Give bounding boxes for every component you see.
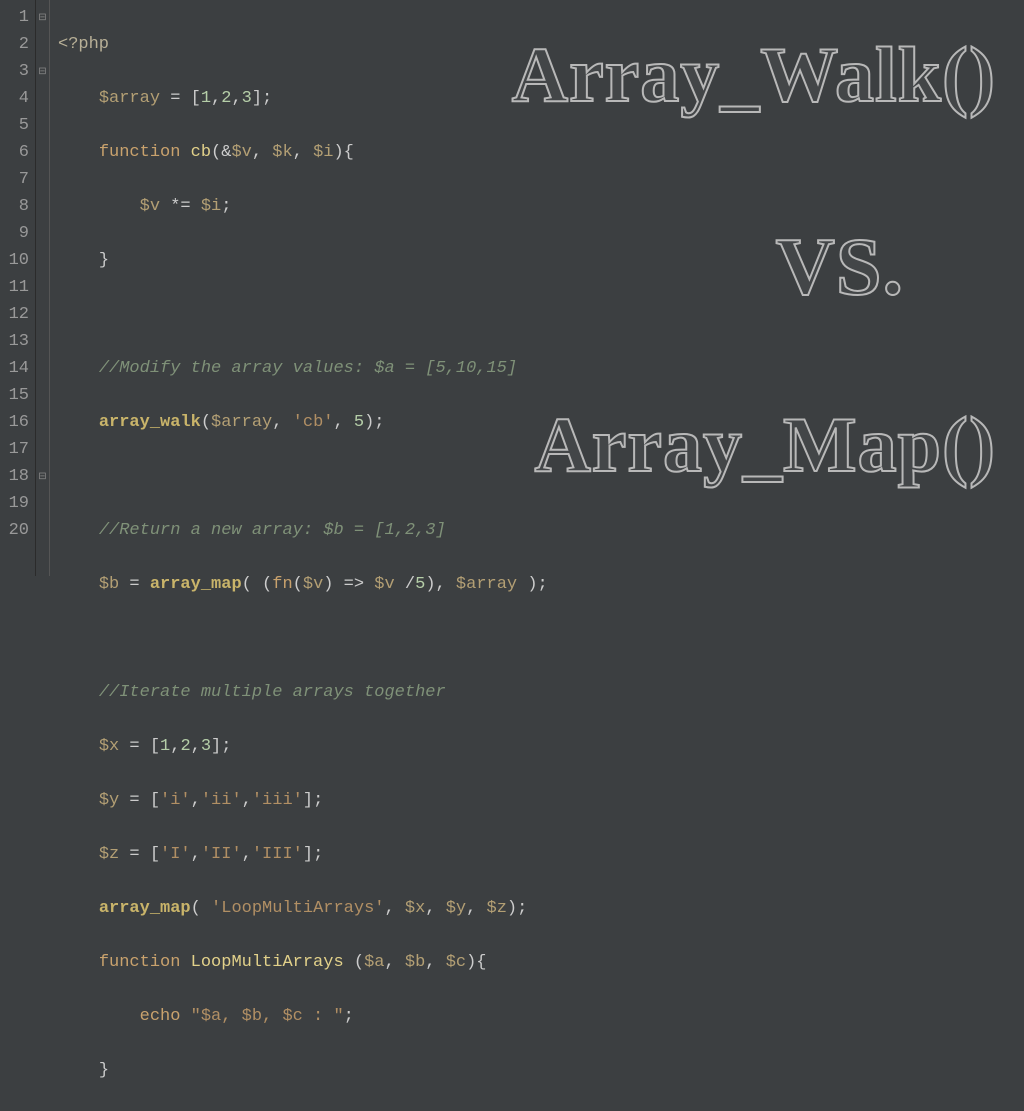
line-number: 11: [4, 274, 29, 301]
line-number: 19: [4, 490, 29, 517]
line-number: 16: [4, 409, 29, 436]
code-line: array_walk($array, 'cb', 5);: [58, 409, 1024, 436]
fold-spacer: [36, 301, 49, 328]
fold-spacer: [36, 193, 49, 220]
code-line: }: [58, 247, 1024, 274]
line-number: 3: [4, 58, 29, 85]
code-line: $b = array_map( (fn($v) => $v /5), $arra…: [58, 571, 1024, 598]
line-number: 8: [4, 193, 29, 220]
code-line: function cb(&$v, $k, $i){: [58, 139, 1024, 166]
line-number: 7: [4, 166, 29, 193]
line-number: 1: [4, 4, 29, 31]
code-line: //Return a new array: $b = [1,2,3]: [58, 517, 1024, 544]
line-number: 15: [4, 382, 29, 409]
fold-spacer: [36, 382, 49, 409]
fold-spacer: [36, 166, 49, 193]
code-line: $array = [1,2,3];: [58, 85, 1024, 112]
code-line: echo "$a, $b, $c : ";: [58, 1003, 1024, 1030]
line-number: 6: [4, 139, 29, 166]
line-number: 9: [4, 220, 29, 247]
fold-spacer: [36, 112, 49, 139]
line-number: 4: [4, 85, 29, 112]
code-line: function LoopMultiArrays ($a, $b, $c){: [58, 949, 1024, 976]
line-number: 20: [4, 517, 29, 544]
code-line: $v *= $i;: [58, 193, 1024, 220]
php-open-tag: <?php: [58, 35, 109, 54]
fold-column: ⊟ ⊟ ⊟: [36, 0, 50, 576]
fold-spacer: [36, 490, 49, 517]
code-line: $z = ['I','II','III'];: [58, 841, 1024, 868]
line-number: 13: [4, 328, 29, 355]
fold-spacer: [36, 355, 49, 382]
fold-spacer: [36, 274, 49, 301]
code-line: [58, 301, 1024, 328]
line-number: 2: [4, 31, 29, 58]
code-line: [58, 625, 1024, 652]
code-line: <?php: [58, 31, 1024, 58]
code-line: [58, 463, 1024, 490]
line-number: 17: [4, 436, 29, 463]
fold-spacer: [36, 409, 49, 436]
line-number: 5: [4, 112, 29, 139]
fold-spacer: [36, 31, 49, 58]
fold-spacer: [36, 85, 49, 112]
code-editor[interactable]: <?php $array = [1,2,3]; function cb(&$v,…: [50, 0, 1024, 576]
line-number: 18: [4, 463, 29, 490]
line-number: 10: [4, 247, 29, 274]
line-number: 14: [4, 355, 29, 382]
code-line: //Iterate multiple arrays together: [58, 679, 1024, 706]
code-line: }: [58, 1057, 1024, 1084]
fold-spacer: [36, 220, 49, 247]
fold-spacer: [36, 247, 49, 274]
fold-spacer: [36, 517, 49, 544]
code-line: $x = [1,2,3];: [58, 733, 1024, 760]
line-number: 12: [4, 301, 29, 328]
fold-spacer: [36, 139, 49, 166]
fold-spacer: [36, 328, 49, 355]
code-line: $y = ['i','ii','iii'];: [58, 787, 1024, 814]
fold-spacer: [36, 436, 49, 463]
code-line: array_map( 'LoopMultiArrays', $x, $y, $z…: [58, 895, 1024, 922]
fold-toggle-icon[interactable]: ⊟: [36, 463, 49, 490]
line-number-gutter: 1 2 3 4 5 6 7 8 9 10 11 12 13 14 15 16 1…: [0, 0, 36, 576]
code-line: //Modify the array values: $a = [5,10,15…: [58, 355, 1024, 382]
fold-toggle-icon[interactable]: ⊟: [36, 58, 49, 85]
fold-toggle-icon[interactable]: ⊟: [36, 4, 49, 31]
